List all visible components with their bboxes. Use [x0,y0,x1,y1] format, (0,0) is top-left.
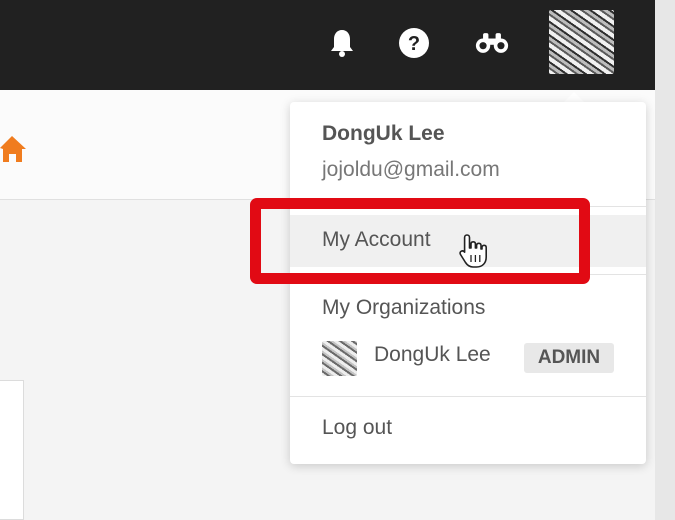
help-icon[interactable]: ? [397,26,431,60]
organization-name: DongUk Lee [374,343,491,366]
home-icon[interactable] [0,134,28,164]
svg-text:?: ? [408,33,420,55]
organizations-header: My Organizations [322,296,486,319]
scrollbar-track [655,0,675,520]
logout-label: Log out [322,416,393,439]
avatar[interactable] [549,10,614,74]
my-account-label: My Account [322,228,431,251]
organization-avatar [322,341,357,376]
content-panel [0,380,24,520]
user-dropdown-menu: DongUk Lee jojoldu@gmail.com My Account … [290,102,646,464]
admin-badge: ADMIN [524,343,614,373]
user-name: DongUk Lee [322,122,445,145]
top-navigation-bar: ? [0,0,655,90]
hand-cursor-icon [459,234,487,268]
organization-item[interactable]: DongUk Lee ADMIN [322,338,622,378]
divider [290,274,646,275]
my-account-menu-item[interactable]: My Account [290,215,646,268]
logout-menu-item[interactable]: Log out [290,398,646,460]
binoculars-icon[interactable] [475,26,509,60]
user-email: jojoldu@gmail.com [322,158,500,181]
divider [290,206,646,207]
bell-icon[interactable] [325,26,359,60]
divider [290,396,646,397]
